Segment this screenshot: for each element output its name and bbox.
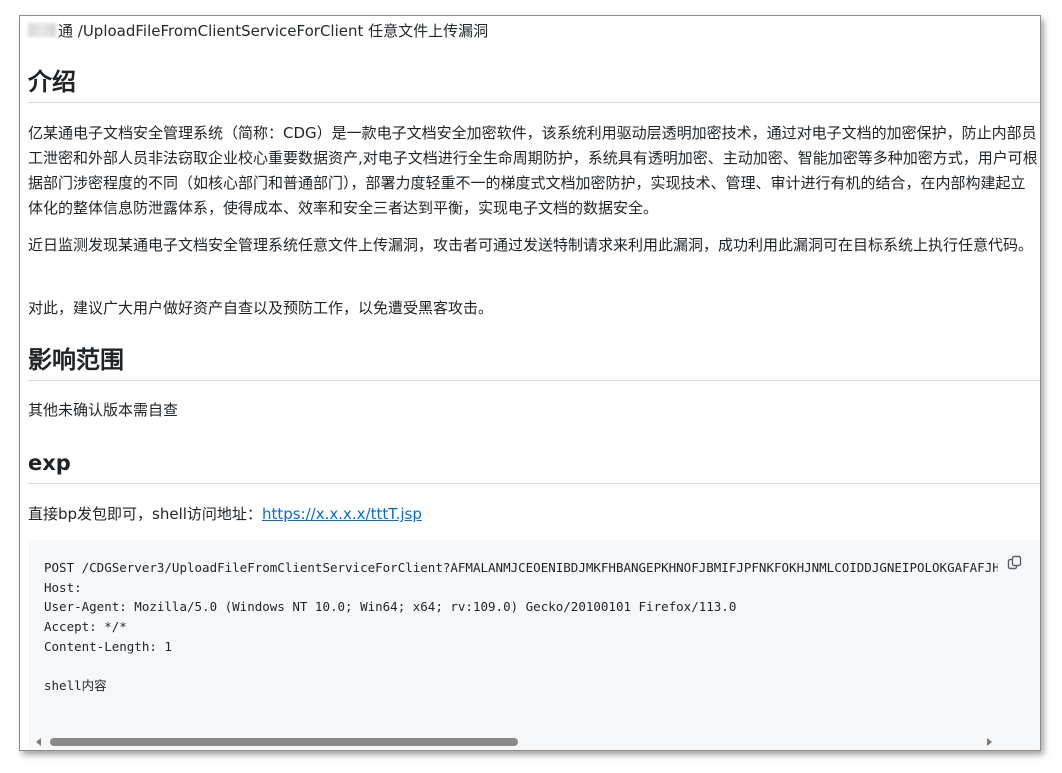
code-block: POST /CDGServer3/UploadFileFromClientSer…	[28, 540, 1040, 750]
heading-divider	[28, 380, 1040, 381]
shell-url-link[interactable]: https://x.x.x.x/tttT.jsp	[262, 505, 422, 523]
heading-divider	[28, 483, 1040, 484]
heading-exp: exp	[28, 451, 71, 475]
chevron-left-icon[interactable]	[36, 738, 41, 746]
page-title-text: 通 /UploadFileFromClientServiceForClient …	[58, 22, 489, 40]
heading-divider	[28, 102, 1040, 103]
scope-text: 其他未确认版本需自查	[28, 401, 179, 419]
intro-paragraph-2: 近日监测发现某通电子文档安全管理系统任意文件上传漏洞，攻击者可通过发送特制请求来…	[28, 236, 1034, 254]
intro-paragraph-3: 对此，建议广大用户做好资产自查以及预防工作，以免遭受黑客攻击。	[28, 299, 494, 317]
code-content: POST /CDGServer3/UploadFileFromClientSer…	[44, 560, 998, 694]
chevron-right-icon[interactable]	[987, 738, 992, 746]
intro-paragraph-1: 亿某通电子文档安全管理系统（简称：CDG）是一款电子文档安全加密软件，该系统利用…	[28, 124, 1038, 217]
copy-icon[interactable]	[1006, 554, 1024, 572]
horizontal-scrollbar[interactable]	[28, 734, 1040, 750]
screenshot-frame: 通 /UploadFileFromClientServiceForClient …	[19, 15, 1041, 751]
page-title: 通 /UploadFileFromClientServiceForClient …	[28, 21, 488, 41]
exp-text-prefix: 直接bp发包即可，shell访问地址：	[28, 505, 262, 523]
heading-intro: 介绍	[28, 68, 76, 96]
exp-text: 直接bp发包即可，shell访问地址：https://x.x.x.x/tttT.…	[28, 502, 1040, 527]
heading-scope: 影响范围	[28, 346, 124, 374]
redacted-vendor-name	[28, 23, 56, 37]
scrollbar-thumb[interactable]	[50, 738, 518, 746]
